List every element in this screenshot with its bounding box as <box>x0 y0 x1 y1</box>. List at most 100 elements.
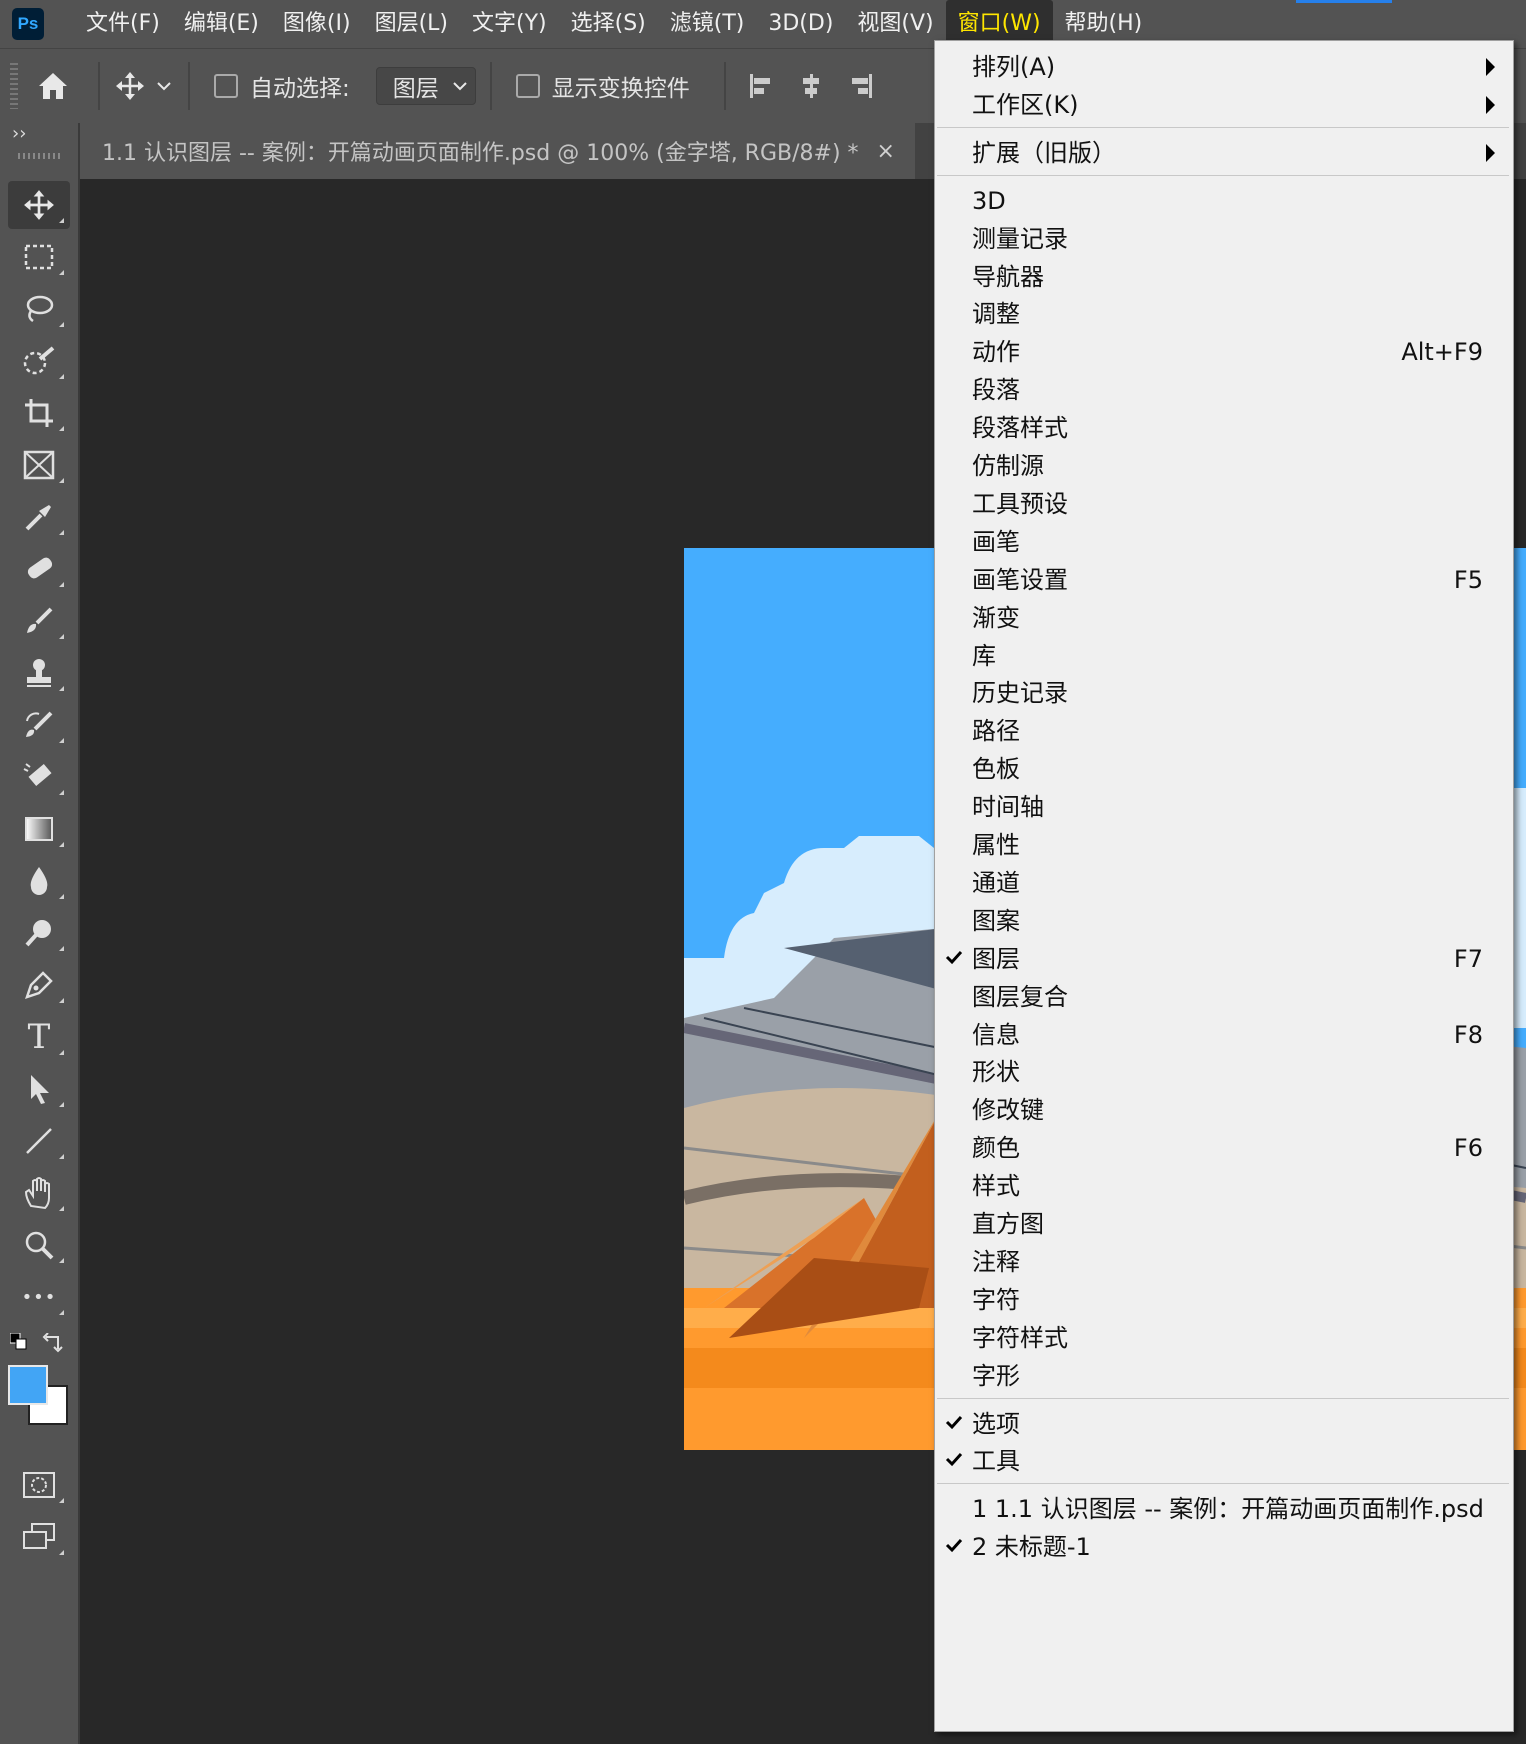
window-menu-item[interactable]: 库 <box>935 636 1513 676</box>
window-menu-item[interactable]: 3D <box>935 181 1513 221</box>
gradient-tool[interactable] <box>8 805 70 853</box>
window-menu-item[interactable]: 2 未标题-1 <box>935 1527 1513 1567</box>
window-menu-item[interactable]: 时间轴 <box>935 787 1513 827</box>
window-menu-item[interactable]: 1 1.1 认识图层 -- 案例：开篇动画页面制作.psd <box>935 1489 1513 1529</box>
screen-mode-button[interactable] <box>8 1513 70 1561</box>
zoom-tool[interactable] <box>8 1221 70 1269</box>
window-menu-item[interactable]: 信息 F8 <box>935 1015 1513 1055</box>
align-right-button[interactable] <box>836 61 886 111</box>
menu-item-label: 时间轴 <box>972 793 1044 822</box>
window-menu-item[interactable]: 扩展（旧版） <box>935 133 1513 173</box>
move-tool-preset-button[interactable] <box>110 61 150 111</box>
window-menu-item[interactable]: 段落样式 <box>935 408 1513 448</box>
default-colors-icon[interactable] <box>10 1333 30 1353</box>
menu-item[interactable]: 文字(Y) <box>460 0 559 48</box>
tool-preset-dropdown[interactable] <box>150 61 178 111</box>
window-menu-item[interactable]: 样式 <box>935 1166 1513 1206</box>
window-menu-item[interactable]: 图层 F7 <box>935 939 1513 979</box>
crop-tool[interactable] <box>8 389 70 437</box>
window-menu-item[interactable]: 形状 <box>935 1052 1513 1092</box>
menu-item[interactable]: 文件(F) <box>74 0 172 48</box>
window-menu-item[interactable]: 工具预设 <box>935 484 1513 524</box>
line-tool[interactable] <box>8 1117 70 1165</box>
menu-item[interactable]: 3D(D) <box>756 0 845 48</box>
menu-item[interactable]: 视图(V) <box>845 0 945 48</box>
window-menu-item[interactable]: 修改键 <box>935 1090 1513 1130</box>
window-menu-item[interactable]: 渐变 <box>935 598 1513 638</box>
brush-tool[interactable] <box>8 597 70 645</box>
window-menu-item[interactable]: 直方图 <box>935 1204 1513 1244</box>
window-menu-item[interactable]: 工作区(K) <box>935 85 1513 125</box>
eyedropper-tool[interactable] <box>8 493 70 541</box>
window-menu-item[interactable]: 选项 <box>935 1404 1513 1444</box>
align-center-button[interactable] <box>786 61 836 111</box>
quick-selection-tool[interactable] <box>8 337 70 385</box>
menu-item-label: 信息 <box>972 1020 1020 1049</box>
window-menu-item[interactable]: 仿制源 <box>935 446 1513 486</box>
window-menu-item[interactable]: 排列(A) <box>935 47 1513 87</box>
drop-icon <box>30 867 48 895</box>
hand-tool[interactable] <box>8 1169 70 1217</box>
window-menu-item[interactable]: 字形 <box>935 1356 1513 1396</box>
swap-colors-icon[interactable] <box>42 1333 64 1355</box>
window-menu-item[interactable]: 字符样式 <box>935 1318 1513 1358</box>
path-selection-tool[interactable] <box>8 1065 70 1113</box>
window-menu-item[interactable]: 色板 <box>935 749 1513 789</box>
window-menu-item[interactable]: 注释 <box>935 1242 1513 1282</box>
move-tool[interactable] <box>8 181 70 229</box>
show-transform-checkbox[interactable] <box>515 74 540 98</box>
toolbar-grip[interactable] <box>18 153 60 159</box>
menu-item-label: 样式 <box>972 1172 1020 1201</box>
clone-stamp-tool[interactable] <box>8 649 70 697</box>
dodge-tool[interactable] <box>8 909 70 957</box>
window-menu-item[interactable]: 工具 <box>935 1441 1513 1481</box>
window-menu-item[interactable]: 测量记录 <box>935 219 1513 259</box>
menu-item-label: 颜色 <box>972 1134 1020 1163</box>
menu-item-label: 2 未标题-1 <box>972 1533 1091 1562</box>
history-brush-tool[interactable] <box>8 701 70 749</box>
menu-item[interactable]: 编辑(E) <box>172 0 271 48</box>
align-left-button[interactable] <box>736 61 786 111</box>
window-menu-item[interactable]: 颜色 F6 <box>935 1128 1513 1168</box>
close-tab-icon[interactable]: × <box>877 139 895 164</box>
window-menu-item[interactable]: 调整 <box>935 294 1513 334</box>
window-menu-item[interactable]: 通道 <box>935 863 1513 903</box>
window-menu-item[interactable]: 图案 <box>935 901 1513 941</box>
collapse-toolbar-icon[interactable]: ›› <box>12 123 26 144</box>
window-menu-item[interactable]: 属性 <box>935 825 1513 865</box>
document-tab[interactable]: 1.1 认识图层 -- 案例：开篇动画页面制作.psd @ 100% (金字塔,… <box>80 123 915 179</box>
menu-item-label: 排列(A) <box>972 53 1056 81</box>
healing-brush-tool[interactable] <box>8 545 70 593</box>
window-menu-item[interactable]: 导航器 <box>935 257 1513 297</box>
home-button[interactable] <box>18 61 88 111</box>
menu-item[interactable]: 滤镜(T) <box>658 0 757 48</box>
menu-item[interactable]: 图层(L) <box>363 0 460 48</box>
window-menu-item[interactable]: 路径 <box>935 711 1513 751</box>
window-menu-item[interactable]: 动作 Alt+F9 <box>935 332 1513 372</box>
window-menu-item[interactable]: 段落 <box>935 370 1513 410</box>
window-menu-item[interactable]: 历史记录 <box>935 673 1513 713</box>
menu-item[interactable]: 图像(I) <box>271 0 363 48</box>
window-menu-item[interactable]: 字符 <box>935 1280 1513 1320</box>
window-menu-item[interactable]: 图层复合 <box>935 977 1513 1017</box>
window-menu-item[interactable]: 画笔设置 F5 <box>935 560 1513 600</box>
foreground-color-swatch[interactable] <box>8 1365 48 1405</box>
menu-item-label: 色板 <box>972 755 1020 784</box>
marquee-tool[interactable] <box>8 233 70 281</box>
window-menu-item[interactable]: 画笔 <box>935 522 1513 562</box>
layer-select-value: 图层 <box>392 76 439 102</box>
auto-select-checkbox[interactable] <box>214 74 238 98</box>
menu-item[interactable]: 选择(S) <box>559 0 658 48</box>
options-grip[interactable] <box>10 63 18 109</box>
edit-toolbar[interactable]: ••• <box>8 1273 70 1321</box>
blur-tool[interactable] <box>8 857 70 905</box>
frame-tool[interactable] <box>8 441 70 489</box>
show-transform-label: 显示变换控件 <box>551 76 690 102</box>
eraser-tool[interactable] <box>8 753 70 801</box>
lasso-tool[interactable] <box>8 285 70 333</box>
type-tool[interactable]: T <box>8 1013 70 1061</box>
screen-mode-icon <box>23 1523 55 1549</box>
quick-mask-button[interactable] <box>8 1461 70 1509</box>
pen-tool[interactable] <box>8 961 70 1009</box>
layer-select[interactable]: 图层 <box>375 67 476 105</box>
